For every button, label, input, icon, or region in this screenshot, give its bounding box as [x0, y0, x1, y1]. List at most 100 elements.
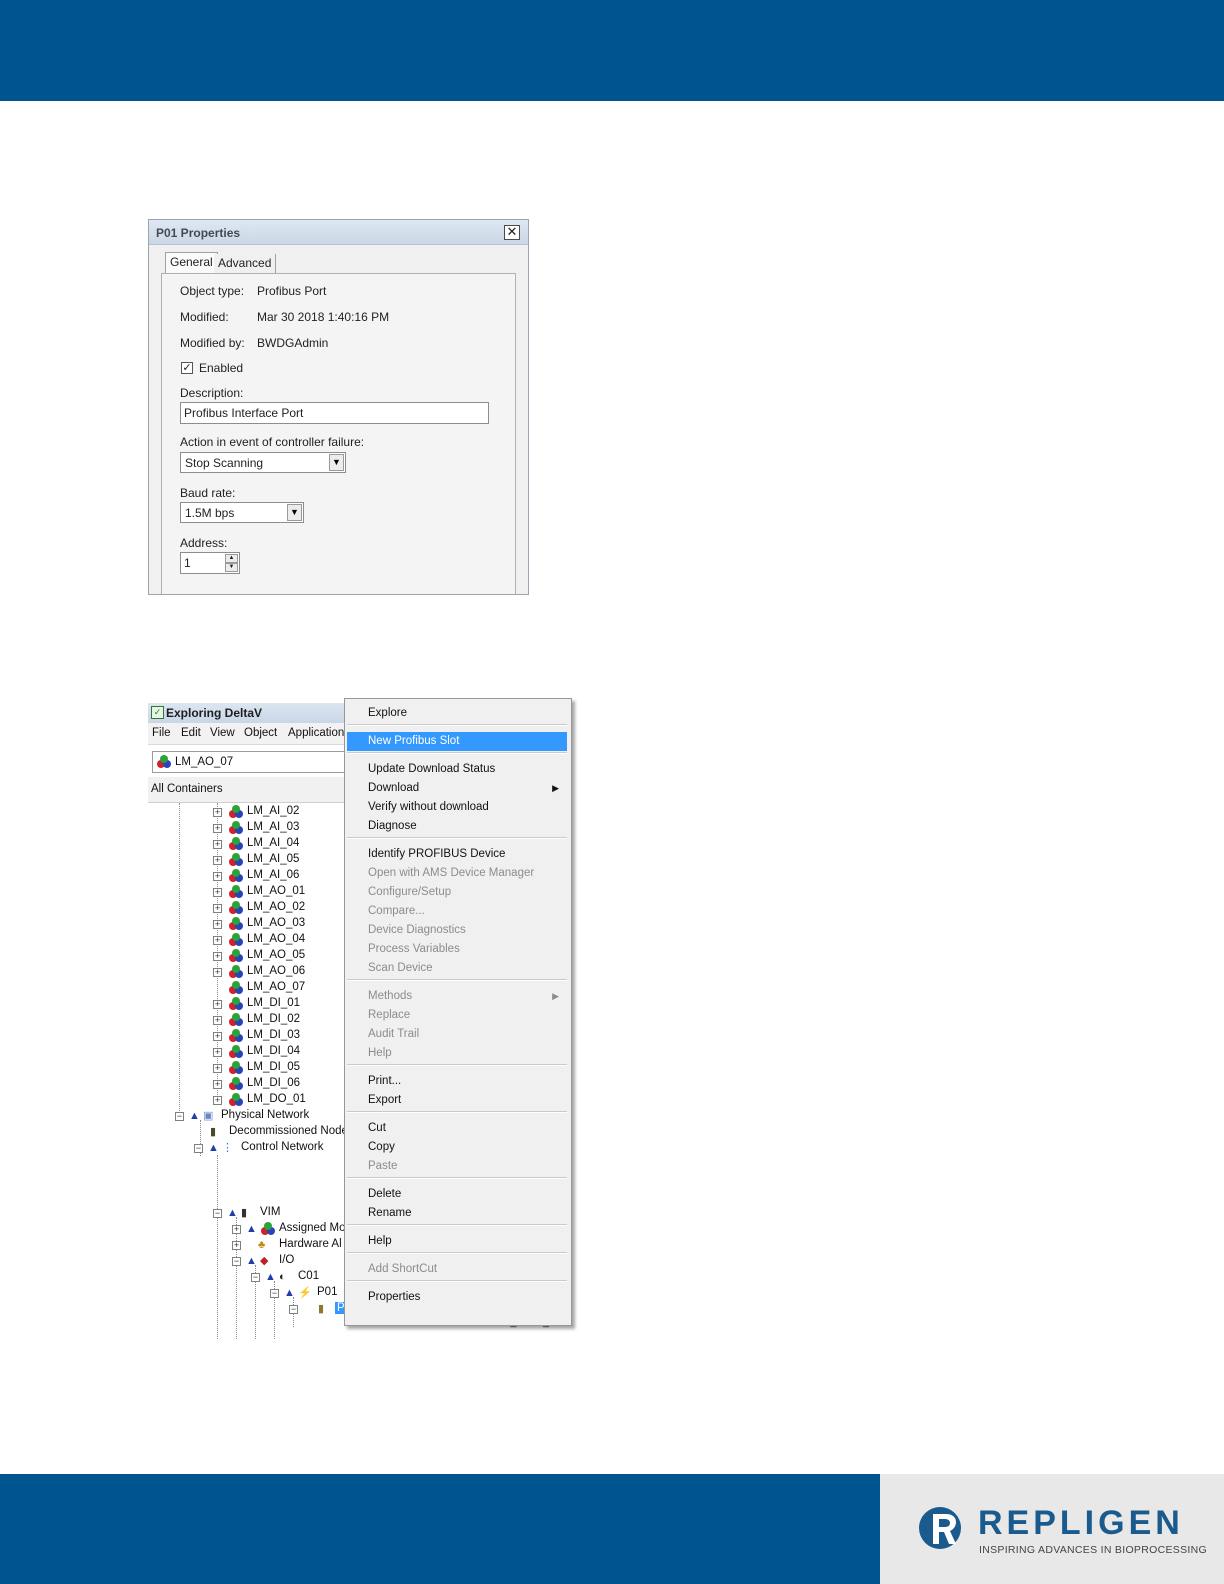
menu-view[interactable]: View [210, 727, 235, 739]
spin-down-icon[interactable]: ▼ [225, 563, 238, 572]
collapse-icon[interactable]: − [213, 1209, 222, 1218]
modified-label: Modified: [180, 310, 229, 324]
menu-item-new-profibus-slot[interactable]: New Profibus Slot [347, 732, 567, 751]
module-icon [229, 1045, 243, 1058]
menu-edit[interactable]: Edit [181, 727, 201, 739]
object-type-value: Profibus Port [257, 284, 327, 298]
menu-item-rename[interactable]: Rename [347, 1204, 567, 1223]
enabled-checkbox[interactable]: ✓ [181, 362, 193, 374]
menu-item-cut[interactable]: Cut [347, 1119, 567, 1138]
collapse-icon[interactable]: − [175, 1112, 184, 1121]
menu-item-paste: Paste [347, 1157, 567, 1176]
spin-up-icon[interactable]: ▲ [225, 554, 238, 563]
expand-icon[interactable]: + [232, 1225, 241, 1234]
expand-icon[interactable]: + [213, 1080, 222, 1089]
expand-icon[interactable]: + [213, 1000, 222, 1009]
menu-item-help[interactable]: Help [347, 1232, 567, 1251]
p01-properties-dialog: P01 Properties ✕ General Advanced Object… [148, 219, 529, 595]
menu-file[interactable]: File [152, 727, 171, 739]
menu-item-label: Update Download Status [368, 763, 496, 775]
baud-rate-select[interactable]: 1.5M bps ▼ [180, 502, 304, 523]
submenu-arrow-icon: ▶ [552, 991, 559, 1001]
baud-rate-value: 1.5M bps [185, 506, 235, 520]
tree-item-label: VIM [260, 1206, 281, 1218]
menu-item-explore[interactable]: Explore [347, 704, 567, 723]
collapse-icon[interactable]: − [194, 1144, 203, 1153]
menu-item-properties[interactable]: Properties [347, 1288, 567, 1307]
expand-icon[interactable]: + [213, 952, 222, 961]
module-icon [229, 1029, 243, 1042]
modified-by-label: Modified by: [180, 336, 245, 350]
general-tab-panel: Object type: Profibus Port Modified: Mar… [161, 273, 516, 594]
menu-item-compare: Compare... [347, 902, 567, 921]
menu-item-export[interactable]: Export [347, 1091, 567, 1110]
explorer-title: Exploring DeltaV [166, 706, 263, 720]
io-icon: ◆ [260, 1255, 269, 1267]
expand-icon[interactable]: + [213, 920, 222, 929]
expand-icon[interactable]: + [213, 1048, 222, 1057]
menu-separator [347, 1280, 567, 1282]
menu-item-label: Cut [368, 1122, 386, 1134]
collapse-icon[interactable]: − [289, 1305, 298, 1314]
expand-icon[interactable]: + [213, 936, 222, 945]
chevron-down-icon[interactable]: ▼ [329, 454, 344, 471]
menu-item-print[interactable]: Print... [347, 1072, 567, 1091]
address-spin-buttons[interactable]: ▲ ▼ [225, 554, 238, 572]
expand-icon[interactable]: + [213, 1016, 222, 1025]
menu-item-diagnose[interactable]: Diagnose [347, 817, 567, 836]
expand-icon[interactable]: + [213, 872, 222, 881]
module-icon [229, 981, 243, 994]
menu-item-methods: Methods ▶ [347, 987, 567, 1006]
failure-action-label: Action in event of controller failure: [180, 435, 365, 449]
expand-icon[interactable]: + [213, 1032, 222, 1041]
tree-item-label: Hardware Al [279, 1238, 342, 1250]
dialog-title-bar[interactable]: P01 Properties ✕ [149, 220, 528, 245]
expand-icon[interactable]: + [213, 808, 222, 817]
tree-item-label: Control Network [241, 1141, 324, 1153]
description-field[interactable]: Profibus Interface Port [180, 402, 489, 424]
expand-icon[interactable]: + [232, 1241, 241, 1250]
expand-icon[interactable]: + [213, 856, 222, 865]
repligen-logo-box: REPLIGEN INSPIRING ADVANCES IN BIOPROCES… [880, 1474, 1224, 1584]
module-icon [229, 997, 243, 1010]
tree-item-label: LM_AO_03 [247, 917, 306, 929]
expand-icon[interactable]: + [213, 1064, 222, 1073]
menu-item-verify-without-download[interactable]: Verify without download [347, 798, 567, 817]
tree-item-label: C01 [298, 1270, 320, 1282]
menu-item-label: Rename [368, 1207, 412, 1219]
expand-icon[interactable]: + [213, 904, 222, 913]
failure-action-select[interactable]: Stop Scanning ▼ [180, 452, 346, 473]
menu-item-copy[interactable]: Copy [347, 1138, 567, 1157]
expand-icon[interactable]: + [213, 824, 222, 833]
address-stepper[interactable]: 1 ▲ ▼ [180, 552, 240, 574]
menu-item-identify-profibus-device[interactable]: Identify PROFIBUS Device [347, 845, 567, 864]
menu-item-download[interactable]: Download ▶ [347, 779, 567, 798]
tab-general[interactable]: General [165, 252, 218, 273]
expand-icon[interactable]: + [213, 1096, 222, 1105]
close-icon[interactable]: ✕ [504, 225, 520, 240]
tree-item-label: LM_AO_06 [247, 965, 306, 977]
chevron-down-icon[interactable]: ▼ [287, 504, 302, 521]
collapse-icon[interactable]: − [251, 1273, 260, 1282]
module-icon [229, 1061, 243, 1074]
menu-item-update-download-status[interactable]: Update Download Status [347, 760, 567, 779]
menu-item-label: Explore [368, 707, 407, 719]
menu-item-delete[interactable]: Delete [347, 1185, 567, 1204]
expand-icon[interactable]: + [213, 840, 222, 849]
expand-icon[interactable]: + [213, 968, 222, 977]
module-icon [229, 1013, 243, 1026]
menu-item-help: Help [347, 1044, 567, 1063]
enabled-label: Enabled [199, 361, 244, 375]
baud-rate-label: Baud rate: [180, 486, 236, 500]
module-icon [229, 821, 243, 834]
collapse-icon[interactable]: − [270, 1289, 279, 1298]
module-icon [229, 901, 243, 914]
profibus-port-icon: ▮ [318, 1303, 325, 1315]
collapse-icon[interactable]: − [232, 1257, 241, 1266]
menu-applications[interactable]: Applications [288, 727, 350, 739]
expand-icon[interactable]: + [213, 888, 222, 897]
tab-advanced[interactable]: Advanced [213, 254, 277, 273]
tree-item-label: LM_AI_04 [247, 837, 300, 849]
hardware-alarm-icon: ♣ [258, 1239, 266, 1251]
menu-object[interactable]: Object [244, 727, 277, 739]
